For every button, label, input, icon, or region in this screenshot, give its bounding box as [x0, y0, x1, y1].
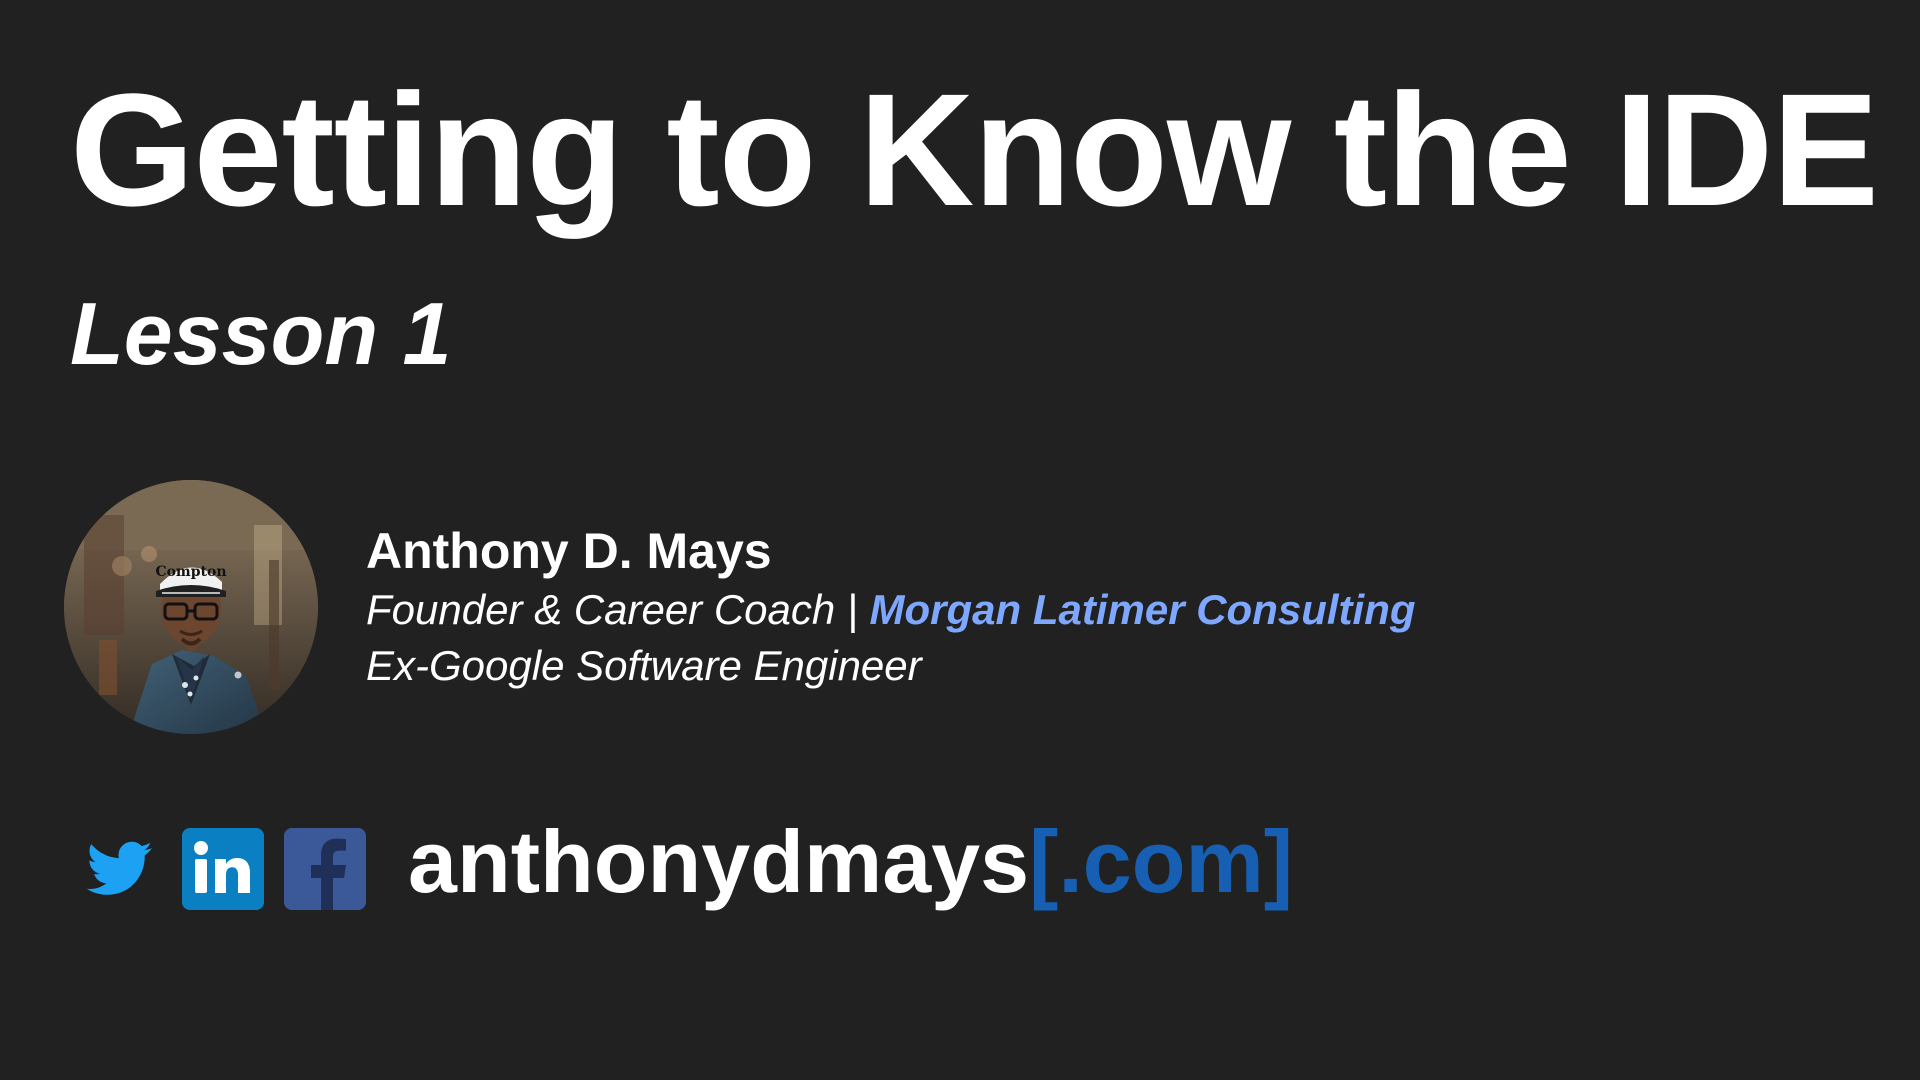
linkedin-icon[interactable] [182, 828, 264, 910]
company-link[interactable]: Morgan Latimer Consulting [870, 586, 1416, 633]
lesson-label: Lesson 1 [70, 284, 452, 383]
presenter-section: Compton Anthony D. Mays Founder & Career… [64, 480, 1416, 734]
website-link[interactable]: anthonydmays[.com] [408, 818, 1293, 906]
presenter-details: Anthony D. Mays Founder & Career Coach |… [366, 524, 1416, 691]
facebook-icon[interactable] [284, 828, 366, 910]
presenter-career: Ex-Google Software Engineer [366, 642, 922, 689]
presenter-role: Founder & Career Coach [366, 585, 836, 633]
svg-text:Compton: Compton [155, 564, 226, 580]
social-links [80, 828, 366, 910]
website-tail: [.com] [1029, 812, 1294, 911]
title-slide: Getting to Know the IDE Lesson 1 Compton… [0, 0, 1920, 1080]
presenter-role-line: Founder & Career Coach | Morgan Latimer … [366, 586, 1416, 634]
presenter-photo: Compton [64, 480, 318, 734]
twitter-icon[interactable] [80, 828, 162, 910]
slide-title: Getting to Know the IDE [70, 60, 1879, 239]
presenter-avatar: Compton [64, 480, 318, 734]
role-separator: | [846, 585, 870, 633]
presenter-name: Anthony D. Mays [366, 522, 772, 579]
website-main: anthonydmays [408, 812, 1030, 911]
